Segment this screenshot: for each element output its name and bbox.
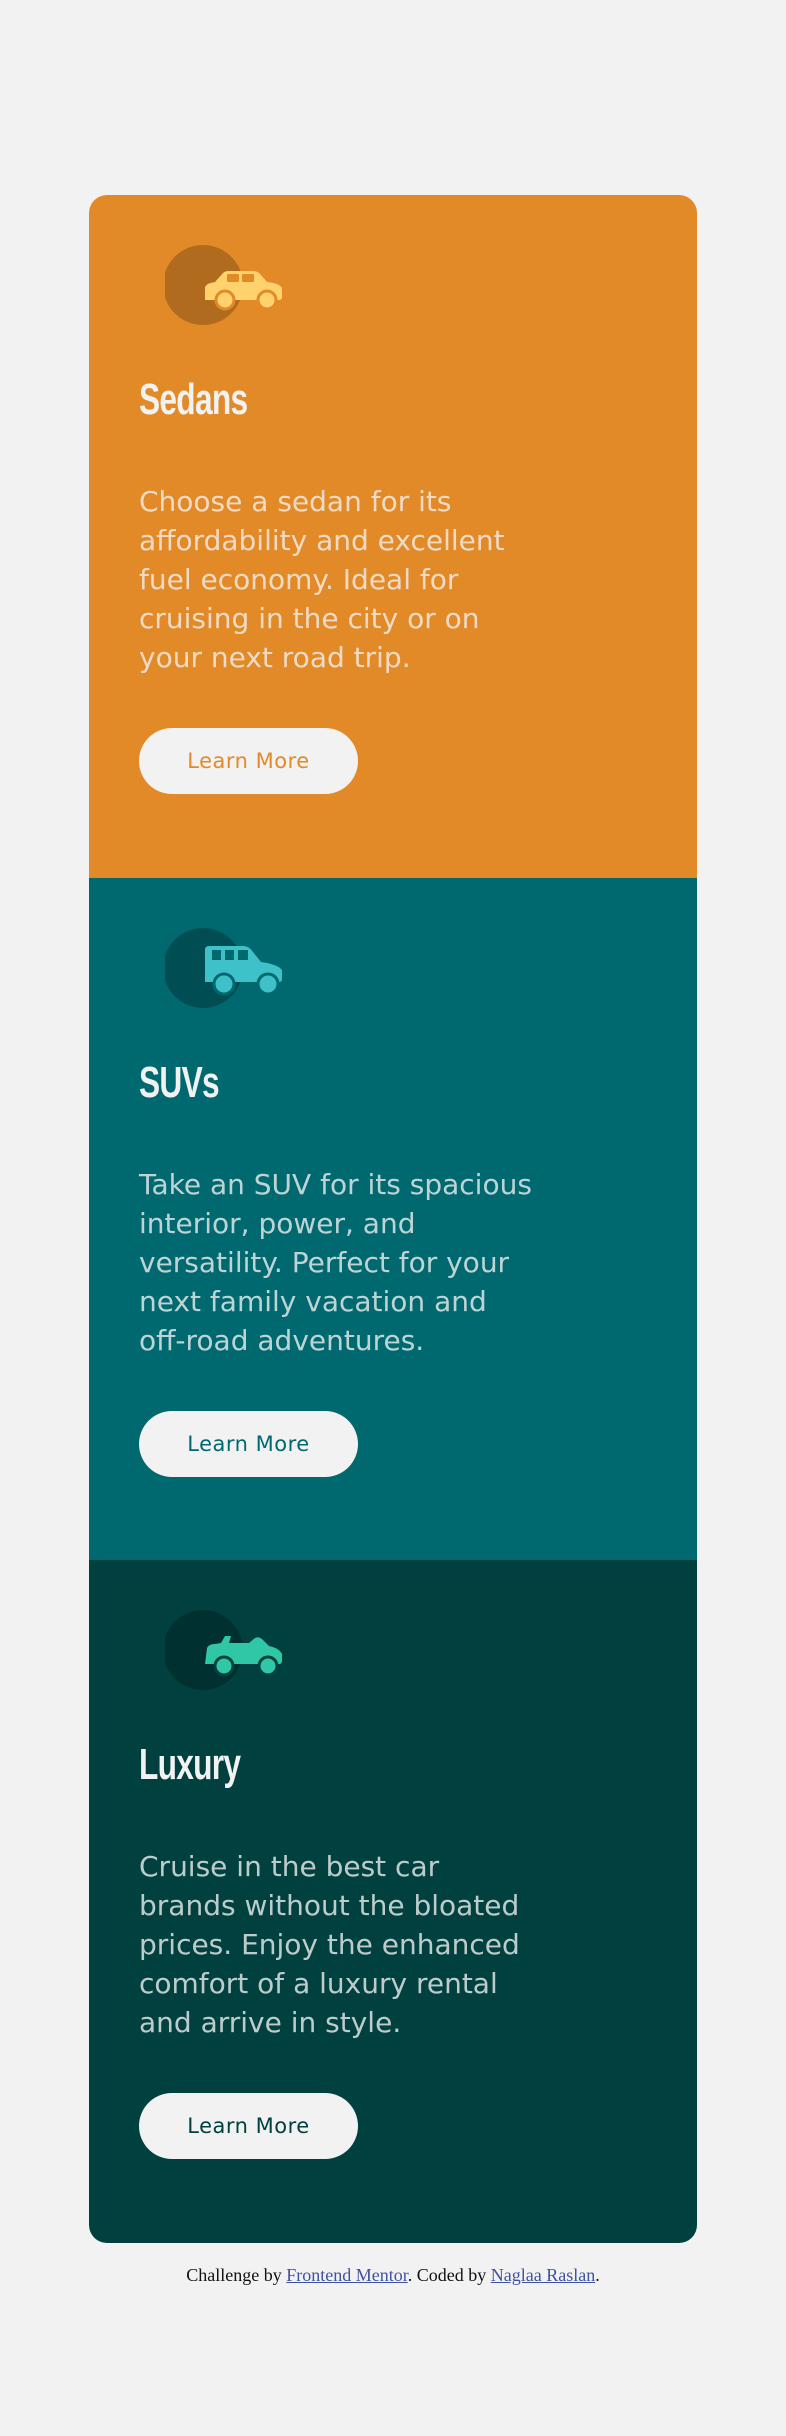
card-description: Take an SUV for its spacious interior, p… <box>139 1168 532 1357</box>
suv-car-icon <box>165 928 295 1008</box>
card-description: Cruise in the best car brands without th… <box>139 1850 520 2039</box>
learn-more-button[interactable]: Learn More <box>139 2093 358 2159</box>
card-sedans: Sedans Choose a sedan for its affordabil… <box>89 195 697 878</box>
learn-more-button[interactable]: Learn More <box>139 728 358 794</box>
sedan-car-icon <box>165 245 295 325</box>
card-suvs: SUVs Take an SUV for its spacious interi… <box>89 878 697 1560</box>
luxury-car-icon <box>165 1610 295 1690</box>
card-title: Sedans <box>139 375 248 424</box>
attribution-suffix: . <box>595 2265 600 2285</box>
attribution-middle: . Coded by <box>407 2265 491 2285</box>
frontend-mentor-link[interactable]: Frontend Mentor <box>286 2265 408 2285</box>
card-title: SUVs <box>139 1058 220 1107</box>
attribution: Challenge by Frontend Mentor. Coded by N… <box>0 2265 786 2286</box>
author-link[interactable]: Naglaa Raslan <box>491 2265 595 2285</box>
card-title: Luxury <box>139 1740 241 1789</box>
attribution-prefix: Challenge by <box>186 2265 287 2285</box>
card-group: Sedans Choose a sedan for its affordabil… <box>89 195 697 2243</box>
card-description: Choose a sedan for its affordability and… <box>139 485 505 674</box>
learn-more-button[interactable]: Learn More <box>139 1411 358 1477</box>
card-luxury: Luxury Cruise in the best car brands wit… <box>89 1560 697 2243</box>
